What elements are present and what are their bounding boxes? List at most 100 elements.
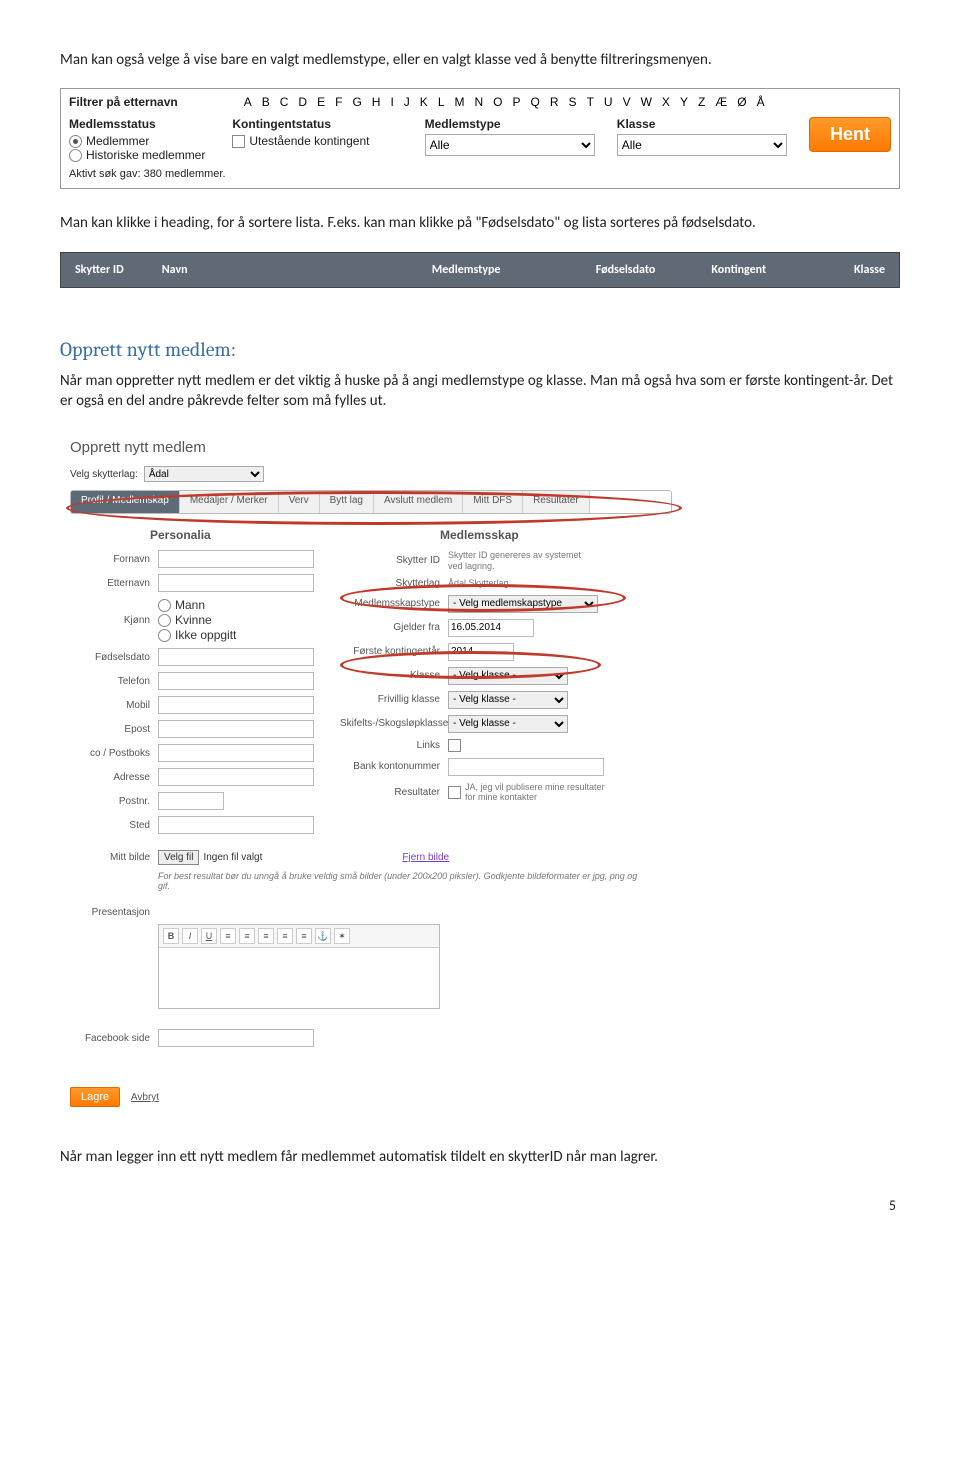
forstekontingent-input[interactable]: [448, 643, 514, 661]
letter-Z[interactable]: Z: [698, 95, 705, 109]
tab-mitt-dfs[interactable]: Mitt DFS: [463, 491, 523, 513]
radio-mann[interactable]: [158, 599, 171, 612]
letter-S[interactable]: S: [569, 95, 577, 109]
letter-J[interactable]: J: [404, 95, 410, 109]
fodselsdato-input[interactable]: [158, 648, 314, 666]
mtype-select[interactable]: - Velg medlemskapstype: [448, 595, 598, 613]
letter-X[interactable]: X: [662, 95, 670, 109]
sort-paragraph: Man kan klikke i heading, for å sortere …: [60, 213, 900, 233]
underline-icon[interactable]: U: [201, 928, 217, 944]
epost-input[interactable]: [158, 720, 314, 738]
list-ol-icon[interactable]: ≡: [277, 928, 293, 944]
letter-N[interactable]: N: [475, 95, 484, 109]
checkbox-utestaende[interactable]: [232, 135, 245, 148]
avbryt-link[interactable]: Avbryt: [131, 1092, 159, 1103]
letter-D[interactable]: D: [298, 95, 307, 109]
align-center-icon[interactable]: ≡: [239, 928, 255, 944]
th-skytterid[interactable]: Skytter ID: [75, 263, 162, 277]
facebook-input[interactable]: [158, 1029, 314, 1047]
th-kontingent[interactable]: Kontingent: [711, 263, 817, 277]
skytterid-note: Skytter ID genereres av systemet ved lag…: [448, 550, 598, 572]
hent-button[interactable]: Hent: [809, 117, 891, 152]
personalia-header: Personalia: [150, 528, 330, 542]
letter-Q[interactable]: Q: [531, 95, 540, 109]
klasse-form-select[interactable]: - Velg klasse -: [448, 667, 568, 685]
medlemstype-select[interactable]: Alle: [425, 134, 595, 156]
radio-medlemmer-label: Medlemmer: [86, 134, 149, 148]
align-left-icon[interactable]: ≡: [220, 928, 236, 944]
letter-V[interactable]: V: [623, 95, 631, 109]
letter-C[interactable]: C: [280, 95, 289, 109]
forstekontingent-label: Første kontingentår: [340, 646, 448, 657]
letter-A[interactable]: A: [244, 95, 252, 109]
radio-mann-label: Mann: [175, 598, 205, 612]
bank-input[interactable]: [448, 758, 604, 776]
th-medlemstype[interactable]: Medlemstype: [432, 263, 596, 277]
page-number: 5: [60, 1197, 900, 1214]
richtext-editor[interactable]: B I U ≡ ≡ ≡ ≡ ≡ ⚓ ✶: [158, 924, 440, 1009]
tab-bytt-lag[interactable]: Bytt lag: [320, 491, 374, 513]
mobil-input[interactable]: [158, 696, 314, 714]
radio-historiske[interactable]: [69, 149, 82, 162]
th-fodselsdato[interactable]: Fødselsdato: [596, 263, 712, 277]
radio-ikkeoppgitt[interactable]: [158, 629, 171, 642]
letter-H[interactable]: H: [372, 95, 381, 109]
letter-F[interactable]: F: [335, 95, 342, 109]
th-klasse[interactable]: Klasse: [818, 263, 886, 277]
letter-K[interactable]: K: [420, 95, 428, 109]
italic-icon[interactable]: I: [182, 928, 198, 944]
bold-icon[interactable]: B: [163, 928, 179, 944]
letter-B[interactable]: B: [262, 95, 270, 109]
velg-skytterlag-select[interactable]: Ådal: [144, 466, 264, 482]
image-icon[interactable]: ✶: [334, 928, 350, 944]
velgfil-button[interactable]: Velg fil: [158, 850, 199, 865]
klasse-select[interactable]: Alle: [617, 134, 787, 156]
radio-medlemmer[interactable]: [69, 135, 82, 148]
letter-O[interactable]: O: [493, 95, 502, 109]
skifelt-select[interactable]: - Velg klasse -: [448, 715, 568, 733]
letter-I[interactable]: I: [390, 95, 393, 109]
letter-E[interactable]: E: [317, 95, 325, 109]
frivillig-select[interactable]: - Velg klasse -: [448, 691, 568, 709]
list-ul-icon[interactable]: ≡: [296, 928, 312, 944]
letter-P[interactable]: P: [513, 95, 521, 109]
tab-verv[interactable]: Verv: [279, 491, 320, 513]
postnr-input[interactable]: [158, 792, 224, 810]
letter-Ø[interactable]: Ø: [737, 95, 746, 109]
letter-W[interactable]: W: [641, 95, 652, 109]
tab-profil-medlemskap[interactable]: Profil / Medlemskap: [71, 491, 180, 513]
fjernbilde-link[interactable]: Fjern bilde: [402, 852, 449, 863]
adresse-input[interactable]: [158, 768, 314, 786]
link-icon[interactable]: ⚓: [315, 928, 331, 944]
letter-Å[interactable]: Å: [757, 95, 765, 109]
letter-L[interactable]: L: [438, 95, 445, 109]
tab-avslutt-medlem[interactable]: Avslutt medlem: [374, 491, 463, 513]
letter-U[interactable]: U: [604, 95, 613, 109]
sted-input[interactable]: [158, 816, 314, 834]
member-table-header[interactable]: Skytter ID Navn Medlemstype Fødselsdato …: [60, 252, 900, 288]
letter-T[interactable]: T: [587, 95, 594, 109]
letter-M[interactable]: M: [455, 95, 465, 109]
letter-Y[interactable]: Y: [680, 95, 688, 109]
th-navn[interactable]: Navn: [162, 263, 432, 277]
resultater-label: Resultater: [340, 787, 448, 798]
telefon-input[interactable]: [158, 672, 314, 690]
letter-R[interactable]: R: [550, 95, 559, 109]
etternavn-input[interactable]: [158, 574, 314, 592]
gjelderfra-input[interactable]: [448, 619, 534, 637]
links-checkbox[interactable]: [448, 739, 461, 752]
lagre-button[interactable]: Lagre: [70, 1087, 120, 1107]
letter-Æ[interactable]: Æ: [715, 95, 727, 109]
form-tabs: Profil / MedlemskapMedaljer / MerkerVerv…: [70, 490, 672, 514]
resultater-checkbox[interactable]: [448, 786, 461, 799]
tab-resultater[interactable]: Resultater: [523, 491, 590, 513]
postboks-input[interactable]: [158, 744, 314, 762]
radio-kvinne[interactable]: [158, 614, 171, 627]
bank-label: Bank kontonummer: [340, 761, 448, 772]
align-right-icon[interactable]: ≡: [258, 928, 274, 944]
radio-ikkeoppgitt-label: Ikke oppgitt: [175, 628, 236, 642]
fornavn-input[interactable]: [158, 550, 314, 568]
richtext-area[interactable]: [159, 948, 439, 1008]
letter-G[interactable]: G: [352, 95, 361, 109]
tab-medaljer-merker[interactable]: Medaljer / Merker: [180, 491, 279, 513]
